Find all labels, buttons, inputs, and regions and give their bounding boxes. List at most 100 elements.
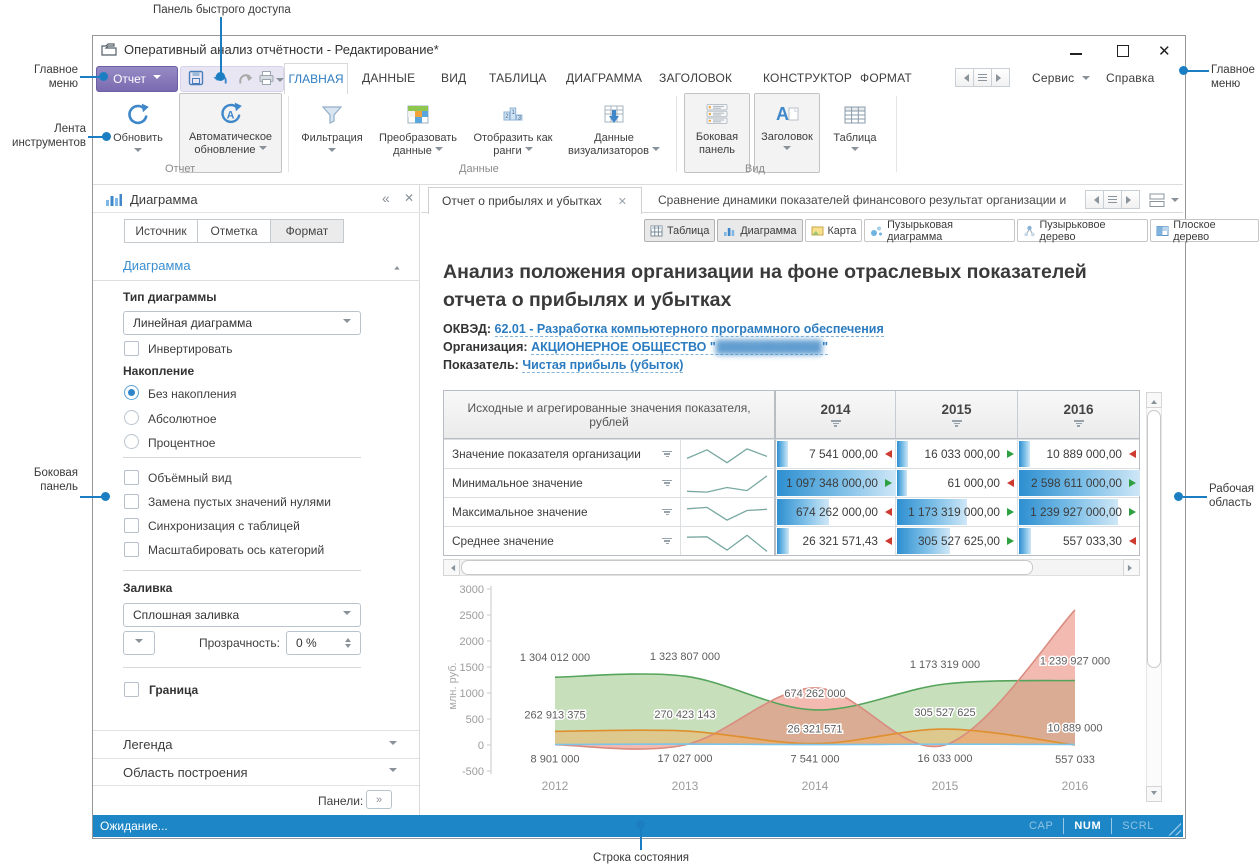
ribbon-button-refresh[interactable]: Обновить — [100, 95, 176, 171]
section-plot-area[interactable]: Область построения — [93, 758, 419, 786]
scrollbar-thumb[interactable] — [461, 560, 1033, 575]
resize-grip[interactable] — [1168, 823, 1181, 836]
ribbon-button-table[interactable]: Таблица — [826, 95, 884, 171]
close-button[interactable]: ✕ — [1158, 42, 1171, 60]
doc-tab-inactive[interactable]: Сравнение динамики показателей финансово… — [658, 193, 1082, 207]
print-icon[interactable] — [258, 70, 275, 86]
row-label[interactable]: Минимальное значение — [444, 468, 681, 497]
radio-absolute[interactable] — [124, 410, 139, 425]
menu-tab-dannye[interactable]: ДАННЫЕ — [362, 71, 415, 85]
save-icon[interactable] — [188, 70, 204, 86]
close-panel-icon[interactable]: ✕ — [404, 191, 414, 205]
print-dropdown-icon[interactable] — [276, 78, 284, 86]
invert-checkbox[interactable] — [124, 341, 139, 356]
menu-tab-zagolovok[interactable]: ЗАГОЛОВОК — [659, 71, 732, 85]
fill-select[interactable]: Сплошная заливка — [123, 603, 361, 627]
radio-no-stacking[interactable] — [124, 385, 139, 400]
menu-tab-tablica[interactable]: ТАБЛИЦА — [489, 71, 547, 85]
menu-service[interactable]: Сервис — [1032, 71, 1074, 85]
collapse-panel-icon[interactable]: « — [382, 190, 390, 206]
filter-icon[interactable] — [662, 480, 672, 487]
menu-help[interactable]: Справка — [1106, 71, 1154, 85]
okved-link[interactable]: 62.01 - Разработка компьютерного програм… — [495, 322, 884, 337]
filter-icon[interactable] — [831, 420, 841, 427]
minimize-button[interactable] — [1070, 53, 1082, 55]
table-header-2015[interactable]: 2015 — [896, 391, 1018, 439]
ribbon-button-side-panel[interactable]: Боковая панель — [684, 93, 750, 173]
scroll-right-button[interactable] — [991, 68, 1010, 87]
view-button-bubble-chart[interactable]: Пузырьковая диаграмма — [864, 219, 1014, 242]
table-cell[interactable]: 674 262 000,00 — [776, 497, 896, 526]
filter-icon[interactable] — [662, 451, 672, 458]
table-cell[interactable]: 1 239 927 000,00 — [1018, 497, 1139, 526]
sidebar-tab-format[interactable]: Формат — [270, 219, 344, 243]
volume-view-checkbox[interactable] — [124, 470, 139, 485]
tab-list-button[interactable] — [1103, 190, 1122, 209]
view-button-flat-tree[interactable]: Плоское дерево — [1150, 219, 1259, 242]
sync-table-checkbox[interactable] — [124, 518, 139, 533]
split-view-dropdown-icon[interactable] — [1171, 198, 1179, 206]
ribbon-button-header[interactable]: A Заголовок — [754, 93, 820, 173]
scroll-left-button[interactable] — [955, 68, 974, 87]
chart-type-select[interactable]: Линейная диаграмма — [123, 311, 361, 335]
row-label[interactable]: Значение показателя организации — [444, 439, 681, 468]
row-label[interactable]: Среднее значение — [444, 526, 681, 555]
split-view-icon[interactable] — [1148, 192, 1166, 208]
scrollbar-thumb[interactable] — [1147, 410, 1161, 668]
chevron-up-icon[interactable] — [394, 263, 399, 269]
table-cell[interactable]: 61 000,00 — [896, 468, 1018, 497]
menu-tab-active[interactable]: ГЛАВНАЯ — [284, 63, 348, 94]
sidebar-tab-source[interactable]: Источник — [124, 219, 198, 243]
area-chart[interactable]: 300025002000150010005000-500млн. руб.201… — [443, 578, 1148, 808]
fill-color-button[interactable] — [123, 631, 155, 655]
tab-list-button[interactable] — [973, 68, 992, 87]
table-cell[interactable]: 305 527 625,00 — [896, 526, 1018, 555]
scroll-up-button[interactable] — [1146, 392, 1162, 408]
filter-icon[interactable] — [662, 509, 672, 516]
sidebar-tab-mark[interactable]: Отметка — [197, 219, 271, 243]
scale-axis-checkbox[interactable] — [124, 542, 139, 557]
doc-tab-active[interactable]: Отчет о прибылях и убытках ✕ — [428, 187, 642, 214]
view-button-map[interactable]: Карта — [805, 219, 863, 242]
ribbon-button-filter[interactable]: Фильтрация — [296, 95, 368, 171]
view-button-table[interactable]: Таблица — [644, 219, 715, 242]
table-cell[interactable]: 557 033,30 — [1018, 526, 1139, 555]
maximize-button[interactable] — [1117, 45, 1129, 57]
transparency-spinner[interactable]: 0 % — [286, 631, 361, 655]
border-checkbox[interactable] — [124, 682, 139, 697]
view-button-bubble-tree[interactable]: Пузырьковое дерево — [1017, 219, 1149, 242]
scroll-lock-indicator[interactable]: SCRL — [1122, 820, 1154, 832]
section-header-chart[interactable]: Диаграмма — [123, 258, 191, 273]
filter-icon[interactable] — [952, 420, 962, 427]
scroll-right-button[interactable] — [1121, 190, 1140, 209]
scroll-left-button[interactable] — [443, 559, 460, 576]
ribbon-button-auto-refresh[interactable]: A Автоматическое обновление — [179, 93, 282, 173]
ribbon-button-visualizer-data[interactable]: Данные визуализаторов — [562, 95, 666, 171]
row-label[interactable]: Максимальное значение — [444, 497, 681, 526]
tab-close-icon[interactable]: ✕ — [618, 195, 627, 208]
report-menu-button[interactable]: Отчет — [96, 66, 178, 92]
ribbon-button-ranks[interactable]: 213 Отобразить как ранги — [468, 95, 558, 171]
table-cell[interactable]: 7 541 000,00 — [776, 439, 896, 468]
caps-lock-indicator[interactable]: CAP — [1029, 820, 1053, 832]
filter-icon[interactable] — [662, 538, 672, 545]
view-button-chart[interactable]: Диаграмма — [717, 219, 802, 242]
indicator-link[interactable]: Чистая прибыль (убыток) — [522, 358, 683, 373]
section-legend[interactable]: Легенда — [93, 730, 419, 758]
table-cell[interactable]: 2 598 611 000,00 — [1018, 468, 1139, 497]
radio-percent[interactable] — [124, 434, 139, 449]
table-cell[interactable]: 1 173 319 000,00 — [896, 497, 1018, 526]
menu-tab-diagramma[interactable]: ДИАГРАММА — [566, 71, 642, 85]
table-cell[interactable]: 10 889 000,00 — [1018, 439, 1139, 468]
table-cell[interactable]: 1 097 348 000,00 — [776, 468, 896, 497]
num-lock-indicator[interactable]: NUM — [1074, 820, 1101, 832]
spinner-arrows-icon[interactable] — [345, 635, 351, 651]
replace-empty-checkbox[interactable] — [124, 494, 139, 509]
menu-tab-format[interactable]: ФОРМАТ — [860, 71, 912, 85]
organization-link[interactable]: АКЦИОНЕРНОЕ ОБЩЕСТВО "████████████" — [531, 340, 828, 355]
menu-tab-konstruktor[interactable]: КОНСТРУКТОР — [763, 71, 852, 85]
panels-expand-button[interactable]: » — [366, 790, 392, 809]
scroll-down-button[interactable] — [1146, 786, 1162, 802]
table-cell[interactable]: 16 033 000,00 — [896, 439, 1018, 468]
redo-icon[interactable] — [237, 70, 254, 86]
